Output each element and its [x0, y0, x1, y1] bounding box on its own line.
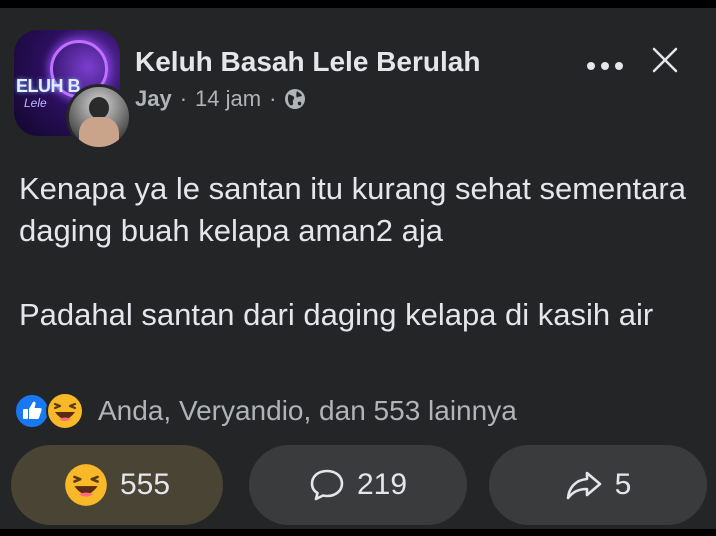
- reactions-summary-text: Anda, Veryandio, dan 553 lainnya: [98, 395, 517, 426]
- author-avatar-head: [89, 97, 109, 119]
- reaction-count: 555: [119, 468, 171, 501]
- share-button[interactable]: 5: [489, 445, 707, 525]
- author-avatar[interactable]: [66, 84, 132, 150]
- comment-button[interactable]: 219: [249, 445, 467, 525]
- group-logo-subtext: Lele: [24, 96, 47, 110]
- reaction-icons: [14, 392, 96, 430]
- comment-count: 219: [356, 468, 408, 501]
- globe-icon: [284, 88, 306, 110]
- share-count: 5: [614, 468, 632, 501]
- reaction-button[interactable]: 555: [11, 445, 223, 525]
- post-card: ELUH B Lele Keluh Basah Lele Berulah Jay…: [0, 8, 716, 529]
- meta-separator: ·: [179, 86, 188, 111]
- comment-icon: [309, 467, 345, 503]
- post-body: Kenapa ya le santan itu kurang sehat sem…: [19, 168, 699, 336]
- post-meta: Jay · 14 jam ·: [135, 86, 306, 112]
- haha-icon: [46, 392, 84, 430]
- haha-icon: [64, 463, 108, 507]
- action-bar: 555 219 5: [11, 445, 707, 525]
- meta-separator: ·: [269, 86, 277, 111]
- close-icon[interactable]: [650, 45, 680, 75]
- post-avatar-group[interactable]: ELUH B Lele: [14, 30, 132, 150]
- group-logo-text: ELUH B: [16, 76, 81, 96]
- post-time[interactable]: 14 jam: [195, 86, 261, 112]
- like-icon: [14, 393, 50, 429]
- author-name-link[interactable]: Jay: [135, 86, 172, 112]
- author-avatar-body: [79, 117, 119, 147]
- reactions-summary[interactable]: Anda, Veryandio, dan 553 lainnya: [14, 392, 517, 430]
- post-paragraph: Padahal santan dari daging kelapa di kas…: [19, 297, 654, 332]
- group-name-link[interactable]: Keluh Basah Lele Berulah: [135, 46, 480, 78]
- share-icon: [565, 467, 603, 503]
- post-paragraph: Kenapa ya le santan itu kurang sehat sem…: [19, 171, 686, 248]
- more-dots-icon[interactable]: [583, 54, 627, 78]
